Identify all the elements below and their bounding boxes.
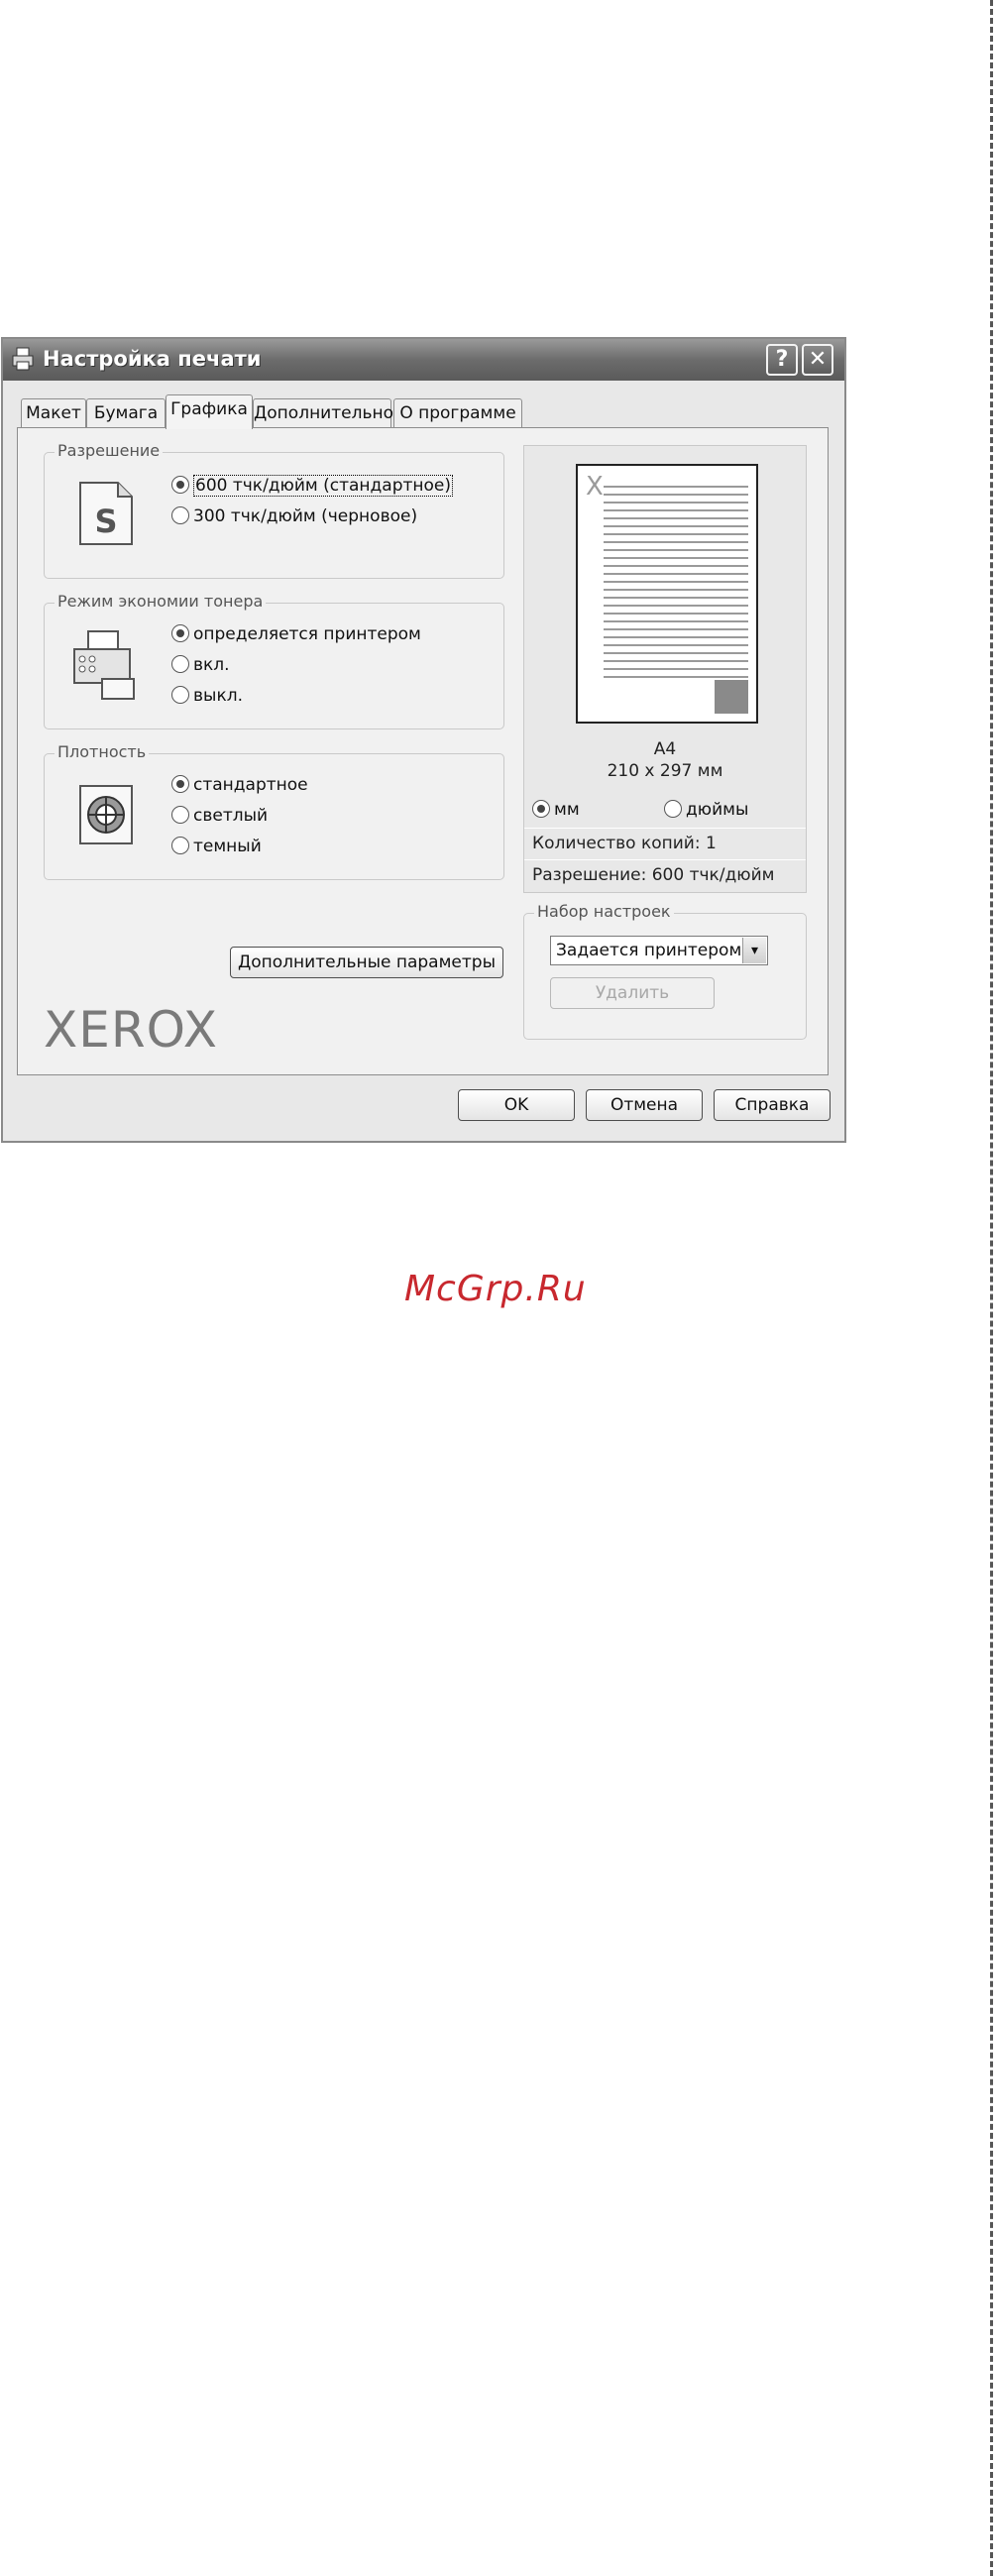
radio-button[interactable] [532, 800, 550, 818]
toner-auto-label: определяется принтером [193, 624, 421, 644]
resolution-300-radio[interactable]: 300 тчк/дюйм (черновое) [171, 505, 417, 529]
unit-inches-radio[interactable]: дюймы [664, 799, 748, 823]
radio-button[interactable] [171, 686, 189, 704]
printer-icon [12, 347, 34, 371]
tab-graphics[interactable]: Графика [166, 394, 253, 429]
toner-save-group-title: Режим экономии тонера [55, 592, 267, 611]
paper-image-block [715, 680, 748, 714]
xerox-logo: XEROX [44, 1001, 218, 1059]
paper-preview: X [576, 464, 758, 724]
toner-auto-radio[interactable]: определяется принтером [171, 623, 421, 647]
paper-dimensions: 210 x 297 мм [607, 761, 723, 781]
density-standard-label: стандартное [193, 775, 308, 795]
unit-mm-label: мм [554, 800, 580, 820]
tab-advanced[interactable]: Дополнительно [253, 398, 393, 428]
radio-button[interactable] [171, 806, 189, 824]
tab-about[interactable]: О программе [393, 398, 522, 428]
resolution-group-title: Разрешение [55, 441, 164, 460]
dialog-title: Настройка печати [43, 347, 262, 371]
radio-button[interactable] [664, 800, 682, 818]
paper-x-mark: X [586, 472, 604, 502]
svg-text:S: S [94, 503, 117, 540]
favorites-selected-value: Задается принтером [556, 941, 742, 960]
help-button[interactable]: Справка [714, 1089, 831, 1121]
resolution-600-radio[interactable]: 600 тчк/дюйм (стандартное) [171, 475, 454, 499]
cancel-button[interactable]: Отмена [586, 1089, 703, 1121]
favorites-group-title: Набор настроек [534, 902, 674, 921]
unit-inches-label: дюймы [686, 800, 749, 820]
paper-text-lines [604, 480, 748, 678]
density-light-radio[interactable]: светлый [171, 805, 268, 829]
density-dial-icon [79, 785, 133, 844]
cut-line [990, 0, 993, 2576]
radio-button[interactable] [171, 624, 189, 642]
watermark: McGrp.Ru [404, 1269, 587, 1309]
density-light-label: светлый [193, 806, 269, 826]
radio-button[interactable] [171, 775, 189, 793]
print-settings-dialog: Настройка печати ? ✕ Макет Бумага График… [1, 337, 846, 1143]
toner-save-group: Режим экономии тонера определяется принт… [44, 592, 504, 729]
density-dark-radio[interactable]: темный [171, 836, 262, 859]
radio-button[interactable] [171, 655, 189, 673]
tab-layout[interactable]: Макет [21, 398, 86, 428]
advanced-options-button[interactable]: Дополнительные параметры [230, 947, 503, 978]
resolution-info: Разрешение: 600 тчк/дюйм [524, 859, 806, 891]
radio-button[interactable] [171, 506, 189, 524]
delete-favorite-button[interactable]: Удалить [550, 977, 715, 1009]
toner-on-label: вкл. [193, 655, 230, 675]
help-title-button[interactable]: ? [766, 344, 798, 376]
favorites-select[interactable]: Задается принтером ▾ [550, 936, 768, 965]
preview-panel: X A4 210 x 297 мм мм дюймы Количество ко… [523, 445, 807, 893]
chevron-down-icon[interactable]: ▾ [742, 938, 766, 963]
document-s-icon: S [79, 482, 133, 545]
graphics-tab-panel: Разрешение S 600 тчк/дюйм (стандартное) … [17, 427, 829, 1075]
density-group-title: Плотность [55, 742, 150, 761]
radio-button[interactable] [171, 476, 189, 494]
unit-mm-radio[interactable]: мм [532, 799, 580, 823]
close-button[interactable]: ✕ [802, 344, 833, 376]
title-bar[interactable]: Настройка печати ? ✕ [3, 339, 844, 381]
resolution-600-label: 600 тчк/дюйм (стандартное) [193, 475, 454, 497]
ok-button[interactable]: OK [458, 1089, 575, 1121]
toner-off-label: выкл. [193, 686, 243, 706]
density-dark-label: темный [193, 837, 262, 856]
paper-size: A4 [653, 739, 677, 759]
favorites-group: Набор настроек Задается принтером ▾ Удал… [523, 902, 807, 1040]
density-standard-radio[interactable]: стандартное [171, 774, 308, 798]
copies-info: Количество копий: 1 [524, 828, 806, 859]
resolution-300-label: 300 тчк/дюйм (черновое) [193, 506, 418, 526]
printer-toner-icon [73, 630, 135, 700]
density-group: Плотность стандартное светлый темный [44, 742, 504, 880]
radio-button[interactable] [171, 837, 189, 854]
toner-on-radio[interactable]: вкл. [171, 654, 230, 678]
toner-off-radio[interactable]: выкл. [171, 685, 243, 709]
resolution-group: Разрешение S 600 тчк/дюйм (стандартное) … [44, 441, 504, 579]
tab-paper[interactable]: Бумага [86, 398, 166, 428]
